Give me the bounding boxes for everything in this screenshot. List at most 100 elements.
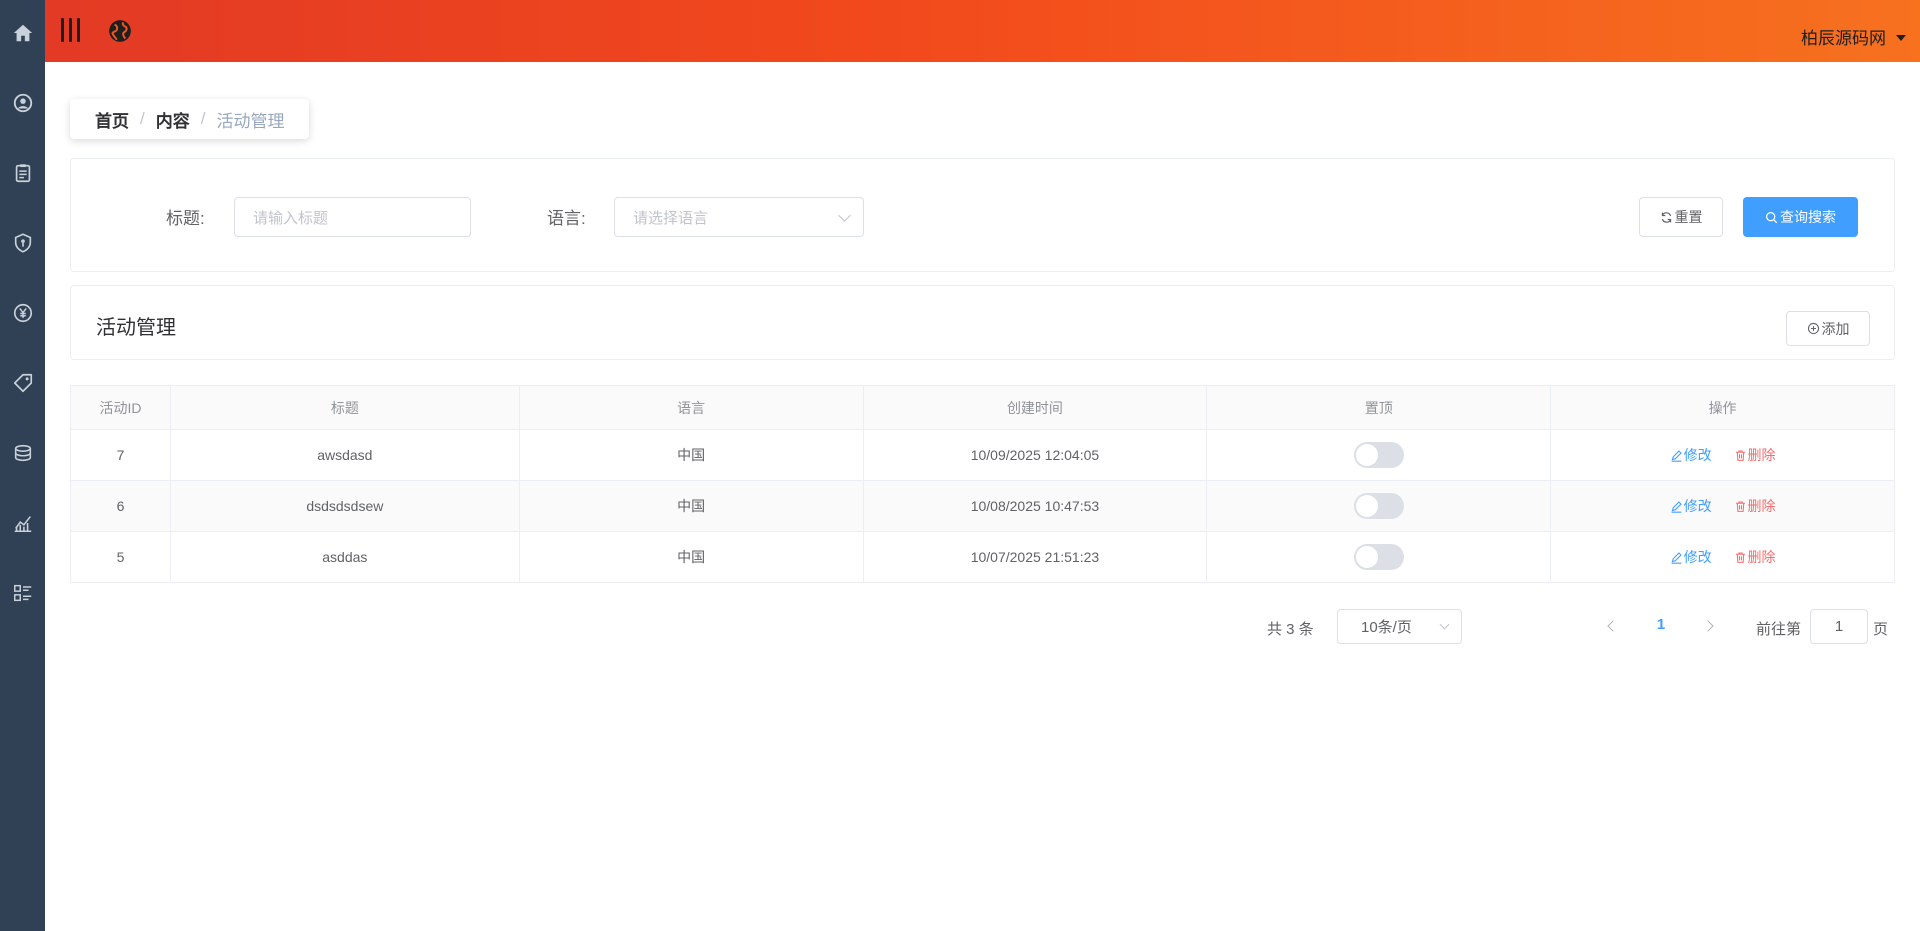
column-header: 置顶	[1206, 385, 1552, 430]
cell-title: awsdasd	[169, 429, 520, 481]
trash-icon	[1735, 450, 1745, 461]
breadcrumb-home[interactable]: 首页	[95, 107, 129, 132]
delete-button[interactable]: 删除	[1734, 547, 1776, 567]
cell-actions: 修改 删除	[1550, 429, 1895, 481]
cell-created: 10/08/2025 10:47:53	[862, 480, 1208, 532]
coins-icon[interactable]	[0, 433, 45, 473]
cell-language: 中国	[518, 429, 864, 481]
home-icon[interactable]	[0, 13, 45, 53]
cell-pinned	[1206, 531, 1552, 583]
delete-label: 删除	[1747, 549, 1776, 565]
cell-language: 中国	[518, 480, 864, 532]
user-name: 柏辰源码网	[1801, 29, 1886, 48]
section-title: 活动管理	[96, 317, 176, 339]
language-select[interactable]: 请选择语言	[614, 197, 864, 237]
menu-toggle-icon[interactable]	[59, 16, 83, 44]
title-label: 标题:	[166, 209, 205, 228]
chevron-down-icon	[838, 209, 851, 222]
breadcrumb-separator: /	[140, 109, 145, 128]
yen-icon[interactable]	[0, 293, 45, 333]
reset-label: 重置	[1674, 209, 1703, 225]
cell-language: 中国	[518, 531, 864, 583]
user-menu[interactable]: 柏辰源码网	[1801, 24, 1906, 49]
language-placeholder: 请选择语言	[633, 209, 709, 227]
language-label: 语言:	[547, 209, 586, 228]
title-input[interactable]: 请输入标题	[234, 197, 471, 237]
section-header: 活动管理 添加	[70, 285, 1895, 360]
column-header: 语言	[518, 385, 864, 430]
delete-button[interactable]: 删除	[1734, 445, 1776, 465]
header-bar: 柏辰源码网	[45, 0, 1920, 62]
caret-down-icon	[1896, 34, 1906, 41]
pin-toggle[interactable]	[1353, 493, 1404, 519]
edit-icon	[1671, 500, 1682, 513]
cell-title: dsdsdsdsew	[169, 480, 520, 532]
add-button[interactable]: 添加	[1786, 311, 1870, 346]
edit-label: 修改	[1683, 498, 1712, 514]
goto-page-input[interactable]: 1	[1810, 609, 1868, 644]
edit-label: 修改	[1683, 549, 1712, 565]
column-header: 创建时间	[862, 385, 1208, 430]
goto-unit: 页	[1873, 621, 1889, 638]
chart-icon[interactable]	[0, 503, 45, 543]
plus-circle-icon	[1807, 322, 1819, 335]
table-row: 7 awsdasd 中国 10/09/2025 12:04:05 修改 删除	[70, 429, 1895, 481]
cell-pinned	[1206, 480, 1552, 532]
breadcrumb-current: 活动管理	[216, 111, 285, 131]
search-button[interactable]: 查询搜索	[1743, 197, 1858, 237]
cell-created: 10/07/2025 21:51:23	[862, 531, 1208, 583]
delete-label: 删除	[1747, 447, 1776, 463]
delete-button[interactable]: 删除	[1734, 496, 1776, 516]
breadcrumb: 首页 / 内容 / 活动管理	[70, 99, 310, 139]
goto-label: 前往第	[1756, 621, 1802, 638]
page-size-select[interactable]: 10条/页	[1337, 609, 1462, 644]
delete-label: 删除	[1747, 498, 1776, 514]
trash-icon	[1735, 501, 1745, 512]
cell-id: 5	[70, 531, 171, 583]
cell-actions: 修改 删除	[1550, 531, 1895, 583]
cell-id: 7	[70, 429, 171, 481]
cell-pinned	[1206, 429, 1552, 481]
breadcrumb-separator: /	[200, 109, 206, 128]
clipboard-icon[interactable]	[0, 153, 45, 193]
column-header: 标题	[169, 385, 520, 430]
cell-title: asddas	[169, 531, 520, 583]
edit-icon	[1671, 551, 1682, 564]
user-circle-icon[interactable]	[0, 83, 45, 123]
pin-toggle[interactable]	[1353, 544, 1404, 570]
edit-label: 修改	[1683, 447, 1712, 463]
table-row: 5 asddas 中国 10/07/2025 21:51:23 修改 删除	[70, 531, 1895, 583]
activity-table: 活动ID 标题 语言 创建时间 置顶 操作 7 awsdasd 中国 10/09…	[70, 385, 1895, 583]
pagination-total: 共 3 条	[1267, 621, 1314, 638]
search-label: 查询搜索	[1780, 209, 1836, 225]
edit-button[interactable]: 修改	[1670, 496, 1712, 516]
edit-button[interactable]: 修改	[1670, 445, 1712, 465]
sidebar	[0, 0, 45, 931]
add-label: 添加	[1821, 320, 1850, 337]
filter-panel: 标题: 请输入标题 语言: 请选择语言 重置 查询搜索	[70, 158, 1895, 272]
page-number-current[interactable]: 1	[1652, 616, 1670, 633]
edit-button[interactable]: 修改	[1670, 547, 1712, 567]
list-icon[interactable]	[0, 573, 45, 613]
chevron-down-icon	[1439, 619, 1450, 630]
cell-actions: 修改 删除	[1550, 480, 1895, 532]
trash-icon	[1735, 552, 1745, 563]
table-row: 6 dsdsdsdsew 中国 10/08/2025 10:47:53 修改 删…	[70, 480, 1895, 532]
globe-icon[interactable]	[107, 18, 133, 44]
column-header: 活动ID	[70, 385, 171, 430]
next-page-icon[interactable]	[1703, 618, 1717, 632]
tag-icon[interactable]	[0, 363, 45, 403]
refresh-icon	[1661, 211, 1671, 223]
search-icon	[1765, 211, 1778, 223]
shield-icon[interactable]	[0, 223, 45, 263]
cell-id: 6	[70, 480, 171, 532]
reset-button[interactable]: 重置	[1639, 197, 1723, 237]
edit-icon	[1671, 449, 1682, 462]
title-placeholder: 请输入标题	[253, 209, 329, 227]
prev-page-icon[interactable]	[1605, 618, 1619, 632]
table-header-row: 活动ID 标题 语言 创建时间 置顶 操作	[70, 385, 1895, 430]
cell-created: 10/09/2025 12:04:05	[862, 429, 1208, 481]
pin-toggle[interactable]	[1353, 442, 1404, 468]
breadcrumb-content[interactable]: 内容	[156, 107, 190, 132]
column-header: 操作	[1550, 385, 1895, 430]
